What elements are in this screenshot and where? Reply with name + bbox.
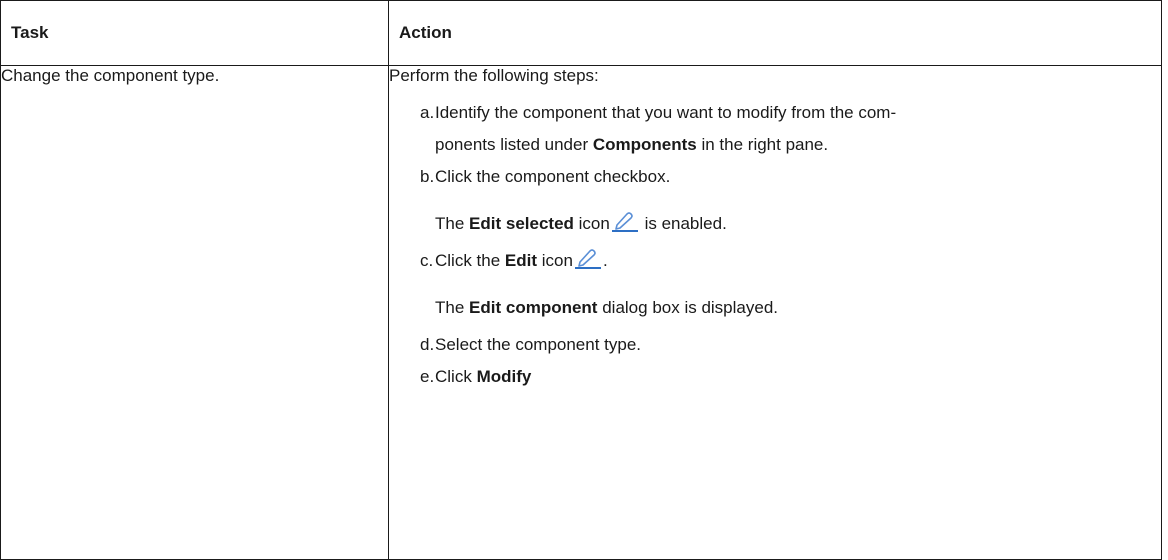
step-e-text: Click Modify — [435, 367, 532, 386]
modify-label: Modify — [476, 367, 532, 386]
pencil-edit-icon — [611, 210, 638, 232]
edit-selected-label: Edit selected — [469, 214, 574, 233]
task-text: Change the component type. — [1, 66, 220, 85]
step-c-note: The Edit component dialog box is display… — [435, 298, 778, 317]
action-cell: Perform the following steps: a. Identify… — [388, 65, 1162, 560]
components-label: Components — [592, 135, 697, 154]
edit-label: Edit — [504, 251, 538, 270]
header-task: Task — [0, 0, 389, 66]
step-b-text: Click the component checkbox. — [435, 167, 671, 186]
step-marker: c. — [420, 251, 434, 270]
pencil-edit-icon — [574, 247, 601, 269]
table-row: Change the component type. Perform the f… — [0, 65, 1162, 560]
task-action-table: Task Action Change the component type. P… — [0, 0, 1162, 560]
step-a: a. Identify the component that you want … — [420, 97, 1161, 161]
step-e: e. Click Modify — [420, 361, 1161, 393]
action-intro: Perform the following steps: — [389, 66, 599, 85]
steps-list: a. Identify the component that you want … — [389, 97, 1161, 393]
header-action: Action — [388, 0, 1162, 66]
step-d-text: Select the component type. — [435, 335, 642, 354]
step-c-text: Click the Edit icon. — [435, 245, 1161, 277]
step-b: b. Click the component checkbox. The Edi… — [420, 161, 1161, 240]
task-cell: Change the component type. — [0, 65, 389, 560]
edit-component-label: Edit component — [469, 298, 598, 317]
step-marker: e. — [420, 367, 435, 386]
step-d: d. Select the component type. — [420, 329, 1161, 361]
step-marker: b. — [420, 167, 435, 186]
step-c: c. Click the Edit icon. The Edit compone… — [420, 245, 1161, 324]
table-header-row: Task Action — [0, 0, 1162, 66]
step-b-note: The Edit selected icon is enabled. — [435, 208, 1161, 240]
step-a-line2: ponents listed under Components in the r… — [435, 135, 829, 154]
step-a-line1: Identify the component that you want to … — [435, 103, 897, 122]
step-marker: a. — [420, 103, 435, 122]
step-marker: d. — [420, 335, 435, 354]
